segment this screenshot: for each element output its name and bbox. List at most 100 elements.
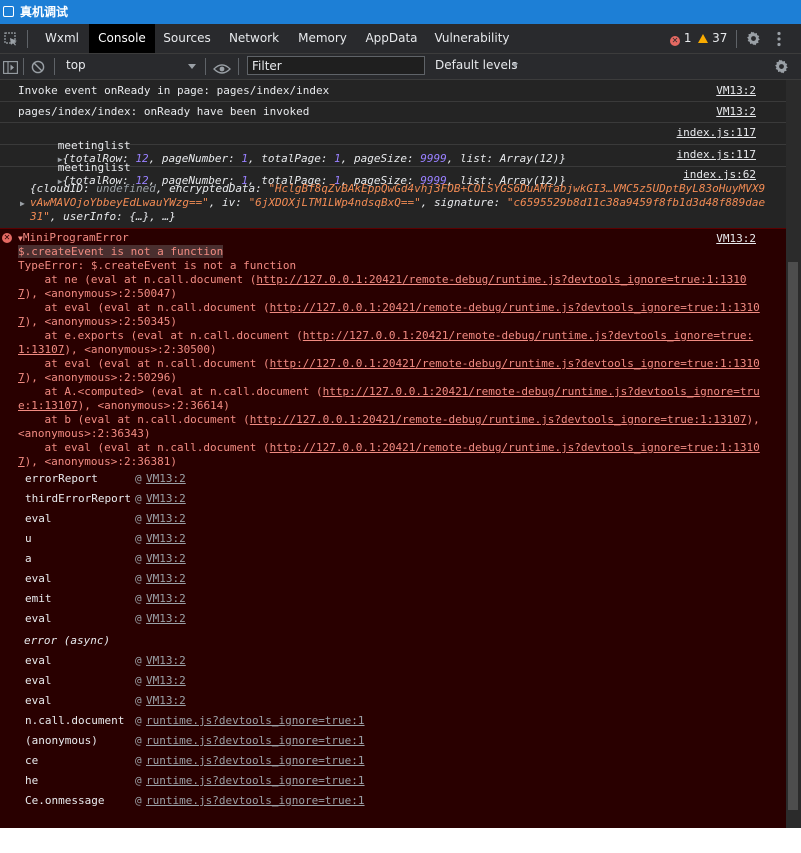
obj-key: , encryptedData: <box>155 182 269 195</box>
console-message: pages/index/index: onReady have been inv… <box>0 101 786 123</box>
frame-source-link[interactable]: VM13:2 <box>146 694 186 707</box>
frame-function: n.call.document <box>25 714 125 727</box>
context-selector-value: top <box>66 58 86 72</box>
message-source-link[interactable]: VM13:2 <box>716 232 756 245</box>
frame-at: @ <box>135 734 142 747</box>
error-title[interactable]: ▼MiniProgramError <box>18 231 129 244</box>
cloud-object-line[interactable]: vAwMAVOjoYbbeyEdLwauYWzg==", iv: "6jXDOX… <box>30 196 765 209</box>
message-source-link[interactable]: VM13:2 <box>716 105 756 118</box>
frame-source-link[interactable]: runtime.js?devtools_ignore=true:1 <box>146 754 365 767</box>
stack-link[interactable]: 7 <box>18 371 25 384</box>
tab-memory[interactable]: Memory <box>289 24 356 53</box>
console-toolbar: top Default levels <box>0 54 801 80</box>
call-frame-row: eval <box>25 654 52 667</box>
tab-console[interactable]: Console <box>89 24 155 53</box>
stack-text: ), <anonymous>:2:36381) <box>24 455 177 468</box>
stack-line: at eval (eval at n.call.document (http:/… <box>18 357 760 370</box>
frame-function: eval <box>25 654 52 667</box>
sidebar-toggle-icon[interactable] <box>3 59 18 74</box>
frame-source-link[interactable]: runtime.js?devtools_ignore=true:1 <box>146 774 365 787</box>
call-frame-row: a <box>25 552 32 565</box>
stack-text: at eval (eval at n.call.document ( <box>18 357 270 370</box>
expand-triangle-icon[interactable]: ▶ <box>20 199 25 208</box>
stack-text: ), <anonymous>:2:50296) <box>24 371 177 384</box>
tab-network[interactable]: Network <box>219 24 289 53</box>
frame-source-link[interactable]: VM13:2 <box>146 572 186 585</box>
obj-key: {cloudID: <box>30 182 97 195</box>
error-circle-icon: ✕ <box>2 233 12 243</box>
stack-link[interactable]: http://127.0.0.1:20421/remote-debug/runt… <box>323 385 760 398</box>
inspect-element-icon[interactable] <box>4 31 18 46</box>
cloud-object-line[interactable]: {cloudID: undefined, encryptedData: "Hcl… <box>30 182 765 195</box>
window-bottom-edge <box>0 828 801 853</box>
stack-link[interactable]: http://127.0.0.1:20421/remote-debug/runt… <box>270 357 760 370</box>
frame-source-link[interactable]: VM13:2 <box>146 492 186 505</box>
stack-link[interactable]: 1:13107 <box>18 343 64 356</box>
stack-text: ), <anonymous>:2:50345) <box>24 315 177 328</box>
clear-console-icon[interactable] <box>31 59 45 74</box>
frame-source-link[interactable]: VM13:2 <box>146 532 186 545</box>
message-source-link[interactable]: VM13:2 <box>716 84 756 97</box>
stack-link[interactable]: http://127.0.0.1:20421/remote-debug/runt… <box>303 329 753 342</box>
frame-at: @ <box>135 592 142 605</box>
frame-source-link[interactable]: VM13:2 <box>146 552 186 565</box>
error-message: ✕ ▼MiniProgramError VM13:2 $.createEvent… <box>0 228 786 828</box>
filter-input[interactable] <box>247 56 425 75</box>
toolbar-divider <box>23 58 24 75</box>
frame-source-link[interactable]: VM13:2 <box>146 472 186 485</box>
message-text: Invoke event onReady in page: pages/inde… <box>18 84 330 97</box>
error-type-line: TypeError: $.createEvent is not a functi… <box>18 259 297 272</box>
message-source-link[interactable]: index.js:117 <box>677 148 756 161</box>
frame-at: @ <box>135 774 142 787</box>
context-selector[interactable]: top <box>60 54 200 79</box>
obj-key: , signature: <box>420 196 507 209</box>
frame-source-link[interactable]: runtime.js?devtools_ignore=true:1 <box>146 794 365 807</box>
obj-value: undefined <box>96 182 156 195</box>
call-frame-row: eval <box>25 694 52 707</box>
settings-gear-icon[interactable] <box>746 31 761 46</box>
message-text: pages/index/index: onReady have been inv… <box>18 105 310 118</box>
frame-source-link[interactable]: runtime.js?devtools_ignore=true:1 <box>146 734 365 747</box>
stack-link[interactable]: http://127.0.0.1:20421/remote-debug/runt… <box>256 273 746 286</box>
stack-link[interactable]: 7 <box>18 455 25 468</box>
call-frame-row: (anonymous) <box>25 734 98 747</box>
stack-link[interactable]: http://127.0.0.1:20421/remote-debug/runt… <box>250 413 747 426</box>
frame-source-link[interactable]: runtime.js?devtools_ignore=true:1 <box>146 714 365 727</box>
live-expression-eye-icon[interactable] <box>213 60 231 74</box>
stack-link[interactable]: 7 <box>18 287 25 300</box>
window-icon <box>3 6 14 17</box>
message-source-link[interactable]: index.js:117 <box>677 126 756 139</box>
tab-sources[interactable]: Sources <box>155 24 219 53</box>
console-output: Invoke event onReady in page: pages/inde… <box>0 80 786 828</box>
stack-line: 7), <anonymous>:2:50296) <box>18 371 177 384</box>
stack-link[interactable]: 7 <box>18 315 25 328</box>
console-settings-gear-icon[interactable] <box>774 59 789 74</box>
stack-text: ), <box>746 413 760 426</box>
frame-source-link[interactable]: VM13:2 <box>146 512 186 525</box>
frame-function: eval <box>25 512 52 525</box>
console-message: meetinglist ▶{totalRow: 12, pageNumber: … <box>0 122 786 165</box>
tab-appdata[interactable]: AppData <box>356 24 427 53</box>
frame-at: @ <box>135 754 142 767</box>
console-scrollbar-thumb[interactable] <box>788 262 798 810</box>
frame-source-link[interactable]: VM13:2 <box>146 612 186 625</box>
frame-source-link[interactable]: VM13:2 <box>146 674 186 687</box>
stack-link[interactable]: http://127.0.0.1:20421/remote-debug/runt… <box>270 441 760 454</box>
frame-at: @ <box>135 492 142 505</box>
stack-link[interactable]: e:1:13107 <box>18 399 78 412</box>
toolbar-divider <box>205 58 206 75</box>
tab-vulnerability[interactable]: Vulnerability <box>427 24 517 53</box>
stack-link[interactable]: http://127.0.0.1:20421/remote-debug/runt… <box>270 301 760 314</box>
call-frame-row: eval <box>25 674 52 687</box>
tab-wxml[interactable]: Wxml <box>35 24 89 53</box>
call-frame-row: emit <box>25 592 52 605</box>
frame-source-link[interactable]: VM13:2 <box>146 654 186 667</box>
frame-at: @ <box>135 572 142 585</box>
cloud-object-line[interactable]: 31", userInfo: {…}, …} <box>30 210 176 223</box>
message-source-link[interactable]: index.js:62 <box>683 168 756 181</box>
issues-counter[interactable]: ✕ 1 37 <box>670 24 727 53</box>
frame-function: Ce.onmessage <box>25 794 105 807</box>
more-options-icon[interactable] <box>776 31 782 47</box>
frame-source-link[interactable]: VM13:2 <box>146 592 186 605</box>
window-titlebar: 真机调试 <box>0 0 801 24</box>
